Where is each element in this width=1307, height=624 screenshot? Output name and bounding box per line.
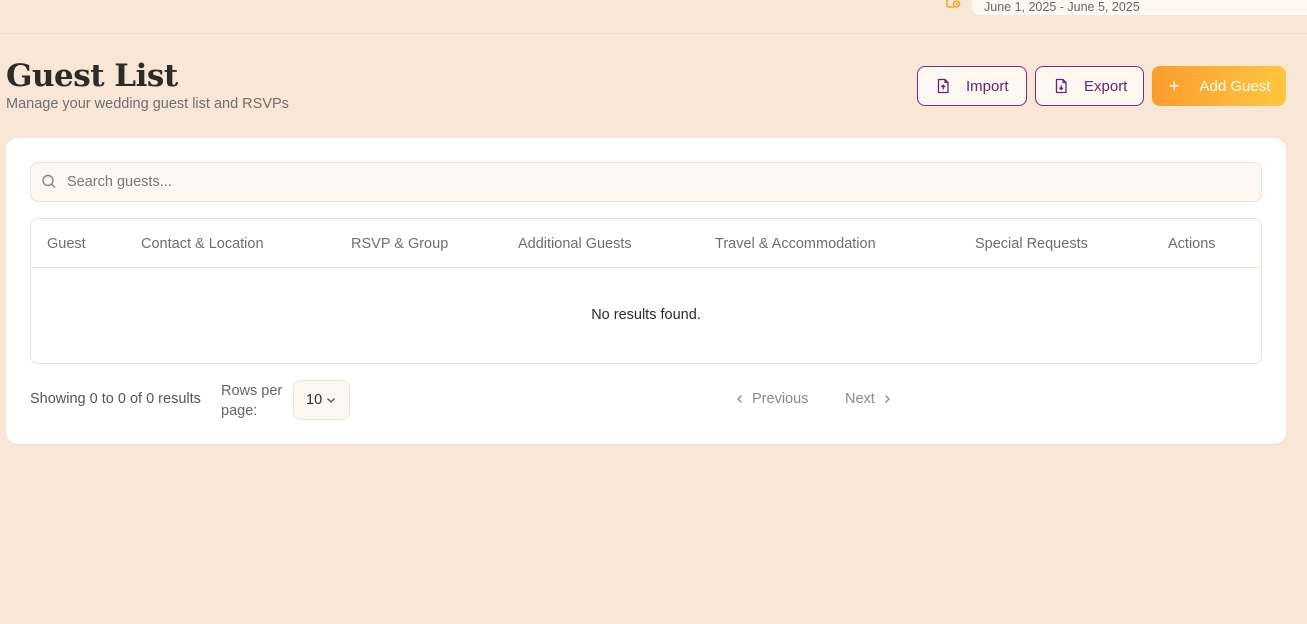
empty-state-message: No results found. (591, 307, 701, 323)
previous-label: Previous (752, 391, 809, 407)
column-header-rsvp-group[interactable]: RSVP & Group (351, 236, 448, 252)
search-input[interactable] (67, 163, 1247, 201)
chevron-left-icon (734, 393, 746, 405)
file-upload-icon (935, 78, 951, 94)
add-guest-button[interactable]: + Add Guest (1152, 66, 1286, 106)
chevron-down-icon (325, 394, 337, 406)
column-header-additional-guests[interactable]: Additional Guests (518, 236, 632, 252)
guest-table: Guest Contact & Location RSVP & Group Ad… (30, 218, 1262, 364)
export-label: Export (1084, 77, 1128, 95)
rows-per-page-value: 10 (306, 392, 323, 408)
calendar-icon[interactable] (944, 0, 962, 8)
page-subtitle: Manage your wedding guest list and RSVPs (6, 96, 289, 112)
next-page-button[interactable]: Next (845, 391, 893, 407)
rows-per-page-label: Rows per page: (221, 383, 283, 419)
import-label: Import (966, 77, 1009, 95)
column-header-actions: Actions (1168, 236, 1216, 252)
table-header: Guest Contact & Location RSVP & Group Ad… (31, 219, 1261, 268)
export-button[interactable]: Export (1035, 66, 1144, 106)
next-label: Next (845, 391, 875, 407)
column-header-special-requests[interactable]: Special Requests (975, 236, 1088, 252)
page-title: Guest List (6, 58, 178, 94)
column-header-guest[interactable]: Guest (47, 236, 86, 252)
search-icon (41, 174, 57, 190)
previous-page-button[interactable]: Previous (734, 391, 808, 407)
date-range-display[interactable]: June 1, 2025 - June 5, 2025 (972, 0, 1307, 15)
file-download-icon (1053, 78, 1069, 94)
chevron-right-icon (881, 393, 893, 405)
add-guest-label: Add Guest (1199, 77, 1271, 95)
column-header-travel-accommodation[interactable]: Travel & Accommodation (715, 236, 876, 252)
search-box (30, 162, 1262, 202)
top-bar: June 1, 2025 - June 5, 2025 (0, 0, 1307, 34)
plus-icon: + (1169, 76, 1180, 96)
import-button[interactable]: Import (917, 66, 1027, 106)
guest-list-card: Guest Contact & Location RSVP & Group Ad… (6, 138, 1286, 444)
rows-per-page-select[interactable]: 10 (293, 380, 350, 420)
column-header-contact-location[interactable]: Contact & Location (141, 236, 264, 252)
results-count: Showing 0 to 0 of 0 results (30, 391, 201, 407)
